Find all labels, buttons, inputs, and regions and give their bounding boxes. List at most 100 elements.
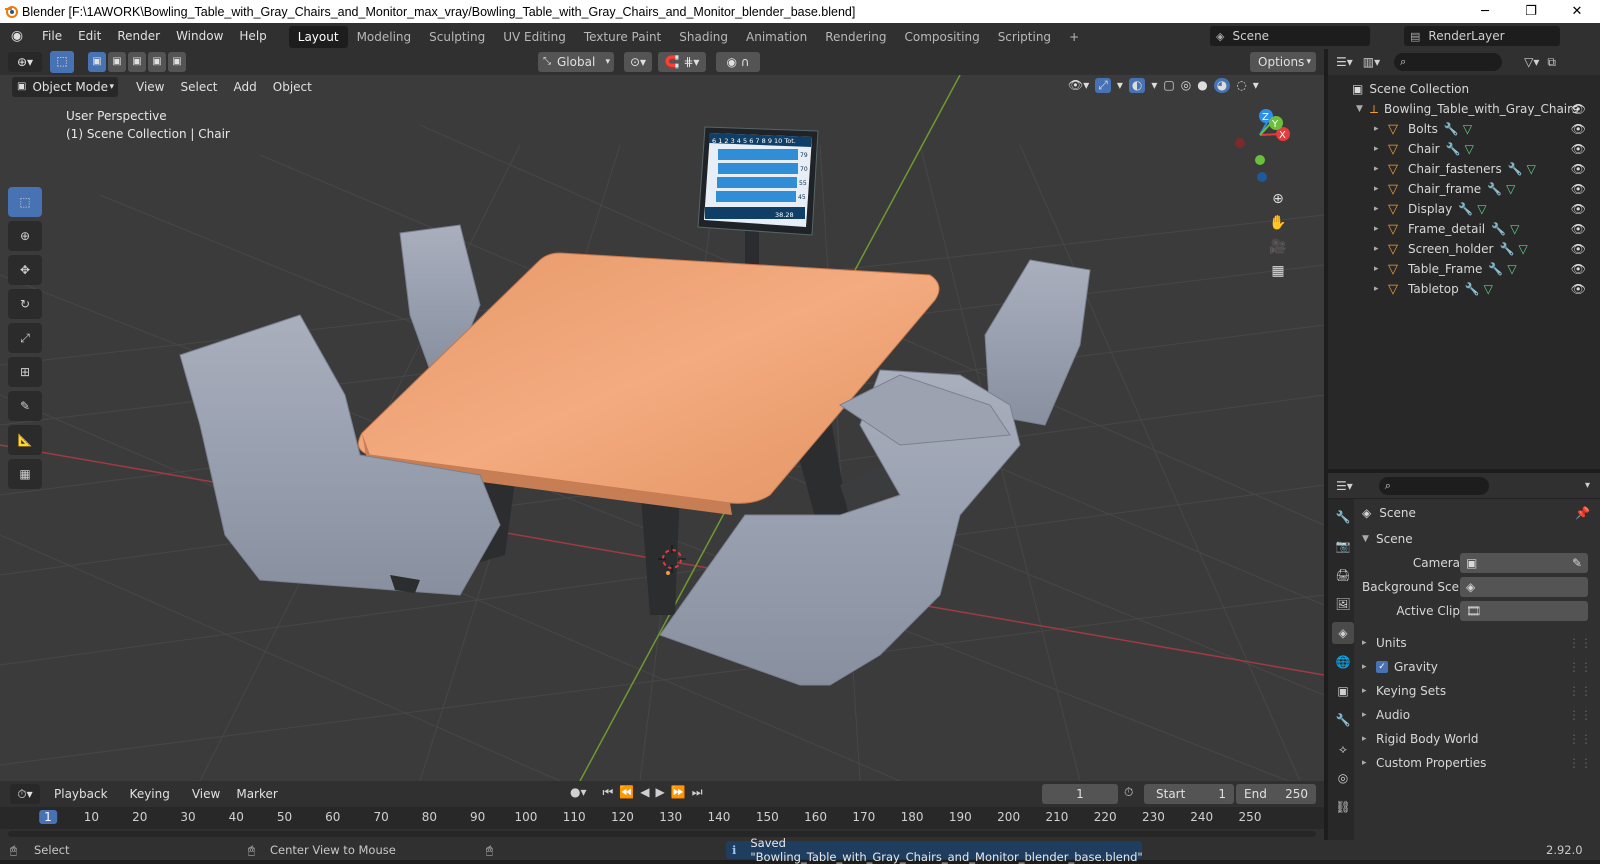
eye-icon[interactable]: 👁 — [1571, 142, 1586, 156]
blender-menu-icon[interactable]: ◉ — [0, 28, 34, 44]
expand-triangle-icon[interactable]: ▸ — [1374, 224, 1388, 234]
select-intersect-icon[interactable]: ▣ — [168, 52, 186, 72]
outliner-item-display[interactable]: ▸ ▽ Display 🔧 ▽ 👁 — [1328, 199, 1600, 219]
stopwatch-icon[interactable]: ⏱ — [1124, 785, 1133, 800]
viewport-menu-object[interactable]: Object — [265, 77, 320, 97]
play-icon[interactable]: ▶ — [656, 785, 665, 800]
eye-icon[interactable]: 👁 — [1571, 102, 1586, 116]
proportional-editing-button[interactable]: ◉ ∩ — [716, 52, 760, 72]
drag-handle-icon[interactable]: ⋮⋮ — [1568, 636, 1592, 650]
3d-viewport[interactable]: 6 1 2 3 4 5 6 7 8 9 10 Tot. 79 70 55 45 … — [0, 75, 1324, 781]
close-button[interactable]: ✕ — [1554, 0, 1600, 23]
material-shading-icon[interactable]: ◕ — [1213, 78, 1231, 93]
expand-triangle-icon[interactable]: ▸ — [1374, 244, 1388, 254]
background-scene-field[interactable]: ◈ — [1460, 577, 1588, 597]
active-clip-field[interactable]: 🎞 — [1460, 601, 1588, 621]
add-cube-tool-icon[interactable]: ▦ — [8, 459, 42, 489]
collection-row[interactable]: ▼ ⟂ Bowling_Table_with_Gray_Chairs 👁 — [1328, 99, 1600, 119]
modifier-tab-icon[interactable]: 🔧 — [1332, 709, 1354, 731]
save-report[interactable]: ℹ Saved "Bowling_Table_with_Gray_Chairs_… — [726, 836, 1143, 864]
menu-edit[interactable]: Edit — [70, 23, 109, 49]
move-tool-icon[interactable]: ✥ — [8, 255, 42, 285]
outliner-search-input[interactable]: ⌕ — [1394, 53, 1503, 71]
rotate-tool-icon[interactable]: ↻ — [8, 289, 42, 319]
outliner-item-screen-holder[interactable]: ▸ ▽ Screen_holder 🔧 ▽ 👁 — [1328, 239, 1600, 259]
eye-icon[interactable]: 👁 — [1571, 262, 1586, 276]
zoom-icon[interactable]: ⊕ — [1264, 191, 1292, 207]
select-subtract-icon[interactable]: ▣ — [128, 52, 146, 72]
expand-triangle-icon[interactable]: ▸ — [1374, 284, 1388, 294]
outliner-item-table-frame[interactable]: ▸ ▽ Table_Frame 🔧 ▽ 👁 — [1328, 259, 1600, 279]
expand-triangle-icon[interactable]: ▸ — [1374, 184, 1388, 194]
eye-icon[interactable]: 👁 — [1571, 242, 1586, 256]
minimize-button[interactable]: ─ — [1462, 0, 1508, 23]
outliner-item-chair-frame[interactable]: ▸ ▽ Chair_frame 🔧 ▽ 👁 — [1328, 179, 1600, 199]
scene-selector[interactable]: ◈ Scene — [1210, 26, 1370, 46]
expand-triangle-icon[interactable]: ▸ — [1374, 124, 1388, 134]
editor-type-button[interactable]: ⏱▾ — [10, 784, 40, 804]
section-rigid-body-world[interactable]: ▸ Rigid Body World ⋮⋮ — [1356, 727, 1600, 751]
wireframe-shading-icon[interactable]: ◎ — [1181, 78, 1191, 93]
current-frame-field[interactable]: 1 — [1042, 784, 1118, 804]
gravity-checkbox[interactable]: ✓ — [1376, 661, 1388, 673]
chevron-down-icon[interactable]: ▾ — [1253, 78, 1259, 93]
jump-end-icon[interactable]: ⏭ — [692, 785, 703, 800]
object-tab-icon[interactable]: ▣ — [1332, 680, 1354, 702]
menu-file[interactable]: File — [34, 23, 70, 49]
chevron-down-icon[interactable]: ▾ — [1117, 78, 1123, 93]
outliner-item-bolts[interactable]: ▸ ▽ Bolts 🔧 ▽ 👁 — [1328, 119, 1600, 139]
scene-tab-icon[interactable]: ◈ — [1332, 622, 1354, 644]
section-keying-sets[interactable]: ▸ Keying Sets ⋮⋮ — [1356, 679, 1600, 703]
pivot-point-button[interactable]: ⊙▾ — [624, 52, 652, 72]
options-dropdown[interactable]: Options ▾ — [1250, 52, 1316, 72]
solid-shading-icon[interactable]: ● — [1197, 78, 1207, 93]
eye-icon[interactable]: 👁 — [1571, 282, 1586, 296]
mode-dropdown[interactable]: ▣ Object Mode ▾ — [12, 77, 118, 97]
transform-orientation-dropdown[interactable]: ⤡ Global ▾ — [538, 52, 614, 72]
overlay-toggle-icon[interactable]: ◐ — [1128, 78, 1146, 93]
select-extend-icon[interactable]: ▣ — [108, 52, 126, 72]
drag-handle-icon[interactable]: ⋮⋮ — [1568, 708, 1592, 722]
scene-panel-header[interactable]: ▼ Scene — [1356, 527, 1600, 551]
display-mode-icon[interactable]: ▥▾ — [1363, 55, 1380, 69]
output-tab-icon[interactable]: 🖨 — [1332, 564, 1354, 586]
snapping-button[interactable]: 🧲 ⋕▾ — [658, 52, 706, 72]
timeline-menu-playback[interactable]: Playback — [46, 781, 122, 807]
viewport-menu-view[interactable]: View — [128, 77, 172, 97]
expand-triangle-icon[interactable]: ▸ — [1374, 204, 1388, 214]
tool-tab-icon[interactable]: 🔧 — [1332, 506, 1354, 528]
new-collection-icon[interactable]: ⧉ — [1547, 55, 1556, 70]
visibility-icon[interactable]: 👁▾ — [1068, 78, 1089, 93]
section-custom-properties[interactable]: ▸ Custom Properties ⋮⋮ — [1356, 751, 1600, 775]
select-new-icon[interactable]: ▣ — [88, 52, 106, 72]
pin-icon[interactable]: 📌 — [1575, 506, 1590, 520]
outliner-item-tabletop[interactable]: ▸ ▽ Tabletop 🔧 ▽ 👁 — [1328, 279, 1600, 299]
editor-type-button[interactable]: ⊕▾ — [8, 52, 42, 72]
tab-scripting[interactable]: Scripting — [989, 26, 1060, 48]
tab-uv-editing[interactable]: UV Editing — [494, 26, 575, 48]
scene-collection-row[interactable]: ▣ Scene Collection — [1328, 79, 1600, 99]
eye-icon[interactable]: 👁 — [1571, 222, 1586, 236]
menu-render[interactable]: Render — [109, 23, 168, 49]
prev-keyframe-icon[interactable]: ⏪ — [619, 785, 634, 800]
expand-triangle-icon[interactable]: ▸ — [1374, 144, 1388, 154]
play-reverse-icon[interactable]: ◀ — [640, 785, 649, 800]
render-layer-selector[interactable]: ▤ RenderLayer — [1404, 26, 1560, 46]
camera-view-icon[interactable]: 🎥 — [1264, 239, 1292, 255]
world-tab-icon[interactable]: 🌐 — [1332, 651, 1354, 673]
tab-rendering[interactable]: Rendering — [816, 26, 895, 48]
physics-tab-icon[interactable]: ◎ — [1332, 767, 1354, 789]
viewport-menu-add[interactable]: Add — [226, 77, 265, 97]
timeline-menu-view[interactable]: View — [184, 781, 228, 807]
drag-handle-icon[interactable]: ⋮⋮ — [1568, 684, 1592, 698]
rendered-shading-icon[interactable]: ◌ — [1236, 78, 1246, 93]
view-layer-tab-icon[interactable]: 🖼 — [1332, 593, 1354, 615]
perspective-grid-icon[interactable]: ▦ — [1264, 263, 1292, 279]
select-box-tool-icon[interactable]: ⬚ — [8, 187, 42, 217]
particles-tab-icon[interactable]: ⟡ — [1332, 738, 1354, 760]
chevron-down-icon[interactable]: ▾ — [1151, 78, 1157, 93]
start-frame-field[interactable]: Start 1 — [1144, 784, 1234, 804]
record-icon[interactable]: ●▾ — [570, 785, 587, 800]
properties-search-input[interactable]: ⌕ — [1378, 476, 1489, 495]
frame-ruler[interactable]: 1 10 20 30 40 50 60 70 80 90 100 110 120 130 140 150 160… — [0, 807, 1324, 829]
